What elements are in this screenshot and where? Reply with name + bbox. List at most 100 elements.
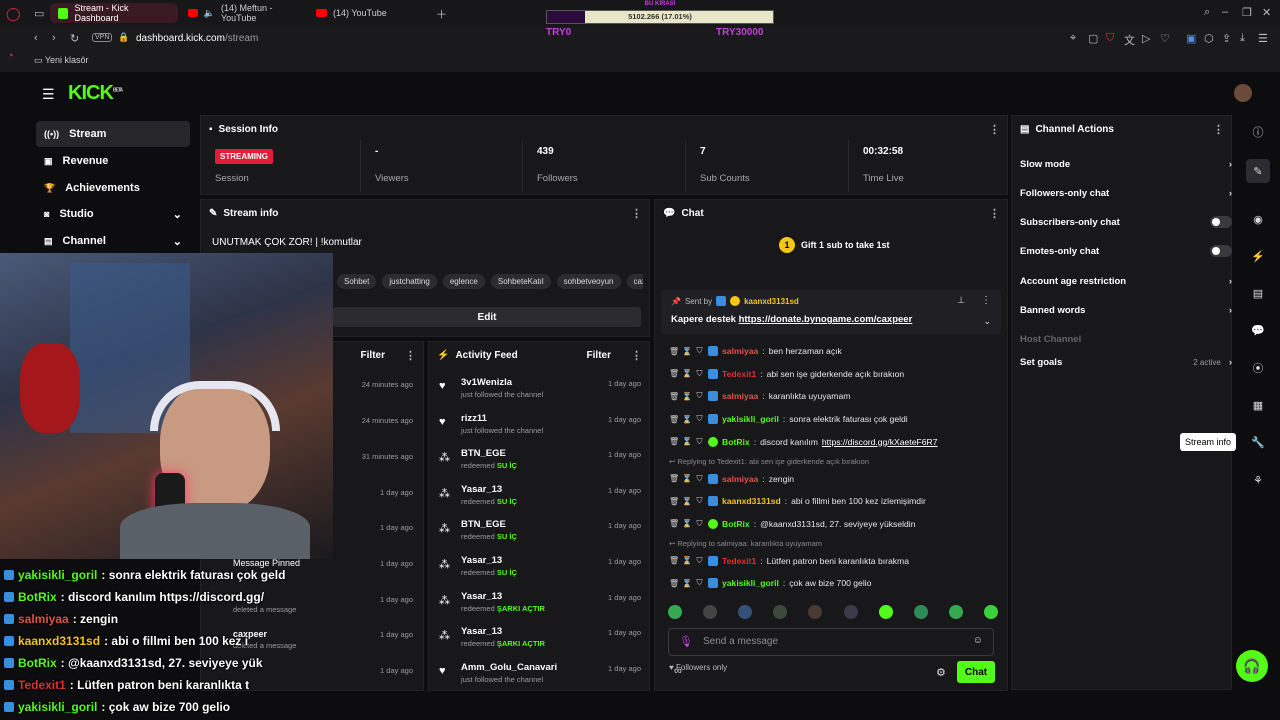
chat-message[interactable]: 🗑 ⌛ ⛉ salmiyaa: ben herzaman açık <box>669 341 999 361</box>
points-icon[interactable]: ∞ <box>674 665 682 677</box>
emote-icon[interactable] <box>843 605 858 619</box>
emote-icon[interactable] <box>808 605 823 619</box>
donate-link[interactable]: https://donate.bynogame.com/caxpeer <box>739 314 913 325</box>
channel-action-5[interactable]: Banned words › <box>1020 299 1232 321</box>
settings-icon[interactable]: ⚙ <box>936 666 946 679</box>
timeout-icon[interactable]: ⌛ <box>682 579 692 588</box>
channel-action-2[interactable]: Subscribers-only chat <box>1020 211 1232 233</box>
tag[interactable]: Sohbet <box>337 274 377 289</box>
menu-icon[interactable]: ☰ <box>1258 32 1268 45</box>
timeout-icon[interactable]: ⌛ <box>682 415 692 424</box>
more-icon[interactable]: ⋮ <box>989 207 1000 220</box>
channel-action-7[interactable]: Set goals 2 active › <box>1020 351 1232 373</box>
channel-action-4[interactable]: Account age restriction › <box>1020 270 1232 292</box>
timeout-icon[interactable]: ⌛ <box>682 369 692 378</box>
ban-icon[interactable]: ⛉ <box>695 556 704 566</box>
url-field[interactable]: dashboard.kick.com/stream <box>136 33 258 44</box>
chevron-down-icon[interactable]: ⌄ <box>983 316 991 327</box>
tab-kick-dashboard[interactable]: Stream - Kick Dashboard <box>50 3 178 23</box>
emote-icon[interactable] <box>983 605 998 619</box>
filter-button[interactable]: Filter <box>361 350 385 361</box>
chat-message[interactable]: 🗑 ⌛ ⛉ salmiyaa: zengin <box>669 469 999 489</box>
nav-revenue[interactable]: ▣ Revenue <box>36 148 190 174</box>
extensions-icon[interactable]: ⬡ <box>1204 32 1214 45</box>
emoji-icon[interactable]: ☺ <box>973 635 983 646</box>
tag[interactable]: caxp <box>626 274 643 289</box>
trash-icon[interactable]: 🗑 <box>669 369 679 378</box>
more-icon[interactable]: ⋮ <box>989 123 1000 136</box>
trash-icon[interactable]: 🗑 <box>669 556 679 565</box>
more-icon[interactable]: ⋮ <box>631 349 642 362</box>
nav-studio[interactable]: ◙ Studio ⌄ <box>36 201 190 227</box>
timeout-icon[interactable]: ⌛ <box>682 519 692 528</box>
emote-icon[interactable] <box>878 605 893 619</box>
activity-item[interactable]: ⁂ BTN_EGE redeemed SU İÇ 1 day ago <box>435 514 649 549</box>
chat-icon[interactable]: 💬 <box>1246 318 1270 342</box>
emote-icon[interactable] <box>703 605 718 619</box>
ban-icon[interactable]: ⛉ <box>695 578 704 588</box>
info-icon[interactable]: ⓘ <box>1246 120 1270 144</box>
maximize-icon[interactable]: ❐ <box>1242 6 1252 19</box>
toggle-switch[interactable] <box>1210 245 1232 257</box>
forward-icon[interactable]: › <box>52 32 56 44</box>
hamburger-icon[interactable]: ☰ <box>42 86 55 103</box>
activity-item[interactable]: ⁂ Yasar_13 redeemed ŞARKI AÇTIR 1 day ago <box>435 586 649 621</box>
timeout-icon[interactable]: ⌛ <box>682 392 692 401</box>
tag[interactable]: SohbeteKatıl <box>490 274 551 289</box>
nav-stream[interactable]: ((•)) Stream <box>36 121 190 147</box>
channel-action-0[interactable]: Slow mode › <box>1020 153 1232 175</box>
activity-item[interactable]: ⁂ BTN_EGE redeemed SU İÇ 1 day ago <box>435 443 649 478</box>
trash-icon[interactable]: 🗑 <box>669 347 679 356</box>
ban-icon[interactable]: ⛉ <box>695 437 704 447</box>
more-icon[interactable]: ⋮ <box>981 295 991 306</box>
microphone-icon[interactable]: 🎙 <box>679 635 693 648</box>
activity-item[interactable]: ♥ 3v1Wenizla just followed the channel 1 da… <box>435 372 649 407</box>
play-icon[interactable]: ▷ <box>1142 32 1150 45</box>
ban-icon[interactable]: ⛉ <box>695 496 704 506</box>
edit-button[interactable]: Edit <box>333 307 641 327</box>
ban-icon[interactable]: ⛉ <box>695 391 704 401</box>
close-icon[interactable]: ✕ <box>1262 6 1271 19</box>
support-button[interactable]: 🎧 <box>1236 650 1268 682</box>
camera-icon[interactable]: ◉ <box>1246 207 1270 231</box>
activity-item[interactable]: ⁂ Yasar_13 redeemed SU İÇ 1 day ago <box>435 550 649 585</box>
translate-icon[interactable]: 文 <box>1124 32 1135 48</box>
back-icon[interactable]: ‹ <box>34 32 38 44</box>
emote-icon[interactable] <box>948 605 963 619</box>
emote-icon[interactable] <box>738 605 753 619</box>
channel-action-1[interactable]: Followers-only chat › <box>1020 182 1232 204</box>
chat-link[interactable]: https://discord.gg/kXaeteF6R7 <box>822 437 938 447</box>
trash-icon[interactable]: 🗑 <box>669 392 679 401</box>
unpin-icon[interactable]: ⊥ <box>957 295 965 306</box>
timeout-icon[interactable]: ⌛ <box>682 437 692 446</box>
chat-message[interactable]: 🗑 ⌛ ⛉ Tedexit1: Lütfen patron beni karanlık… <box>669 551 999 571</box>
activity-item[interactable]: ⁂ Yasar_13 redeemed SU İÇ 1 day ago <box>435 479 649 514</box>
vpn-badge[interactable]: VPN <box>92 33 113 42</box>
share-icon[interactable]: ⚘ <box>1246 468 1270 492</box>
chat-input[interactable]: 🎙 Send a message ☺ <box>668 628 994 656</box>
chat-message[interactable]: 🗑 ⌛ ⛉ salmiyaa: karanlıkta uyuyamam <box>669 386 999 406</box>
activity-item[interactable]: ♥ Amm_Golu_Canavari just followed the chan… <box>435 657 649 692</box>
emote-icon[interactable] <box>773 605 788 619</box>
pin-icon[interactable]: ⌖ <box>1070 32 1076 45</box>
activity-item[interactable]: ♥ rizz11 just followed the channel 1 day ag… <box>435 408 649 443</box>
channel-action-3[interactable]: Emotes-only chat <box>1020 240 1232 262</box>
avatar[interactable] <box>1234 84 1252 102</box>
chat-message[interactable]: 🗑 ⌛ ⛉ Tedexit1: abi sen işe giderkende açık… <box>669 364 999 384</box>
chat-message[interactable]: 🗑 ⌛ ⛉ BotRix: @kaanxd3131sd, 27. seviyeye y… <box>669 514 999 534</box>
chat-message[interactable]: 🗑 ⌛ ⛉ yakisikli_goril: sonra elektrik fatur… <box>669 409 999 429</box>
toggle-switch[interactable] <box>1210 216 1232 228</box>
reload-icon[interactable]: ↻ <box>70 32 79 45</box>
more-icon[interactable]: ⋮ <box>1213 123 1224 136</box>
trash-icon[interactable]: 🗑 <box>669 519 679 528</box>
tab-youtube[interactable]: (14) YouTube <box>308 3 428 23</box>
emote-icon[interactable] <box>668 605 682 619</box>
trash-icon[interactable]: 🗑 <box>669 497 679 506</box>
chat-message[interactable]: 🗑 ⌛ ⛉ kaanxd3131sd: abi o fillmi ben 100 ke… <box>669 491 999 511</box>
chat-send-button[interactable]: Chat <box>957 661 995 683</box>
filter-button[interactable]: Filter <box>587 350 611 361</box>
activity-item[interactable]: ⁂ Yasar_13 redeemed ŞARKI AÇTIR 1 day ago <box>435 621 649 656</box>
timeout-icon[interactable]: ⌛ <box>682 347 692 356</box>
ban-icon[interactable]: ⛉ <box>695 474 704 484</box>
sidebar-aria-icon[interactable]: ◔ <box>7 50 14 62</box>
